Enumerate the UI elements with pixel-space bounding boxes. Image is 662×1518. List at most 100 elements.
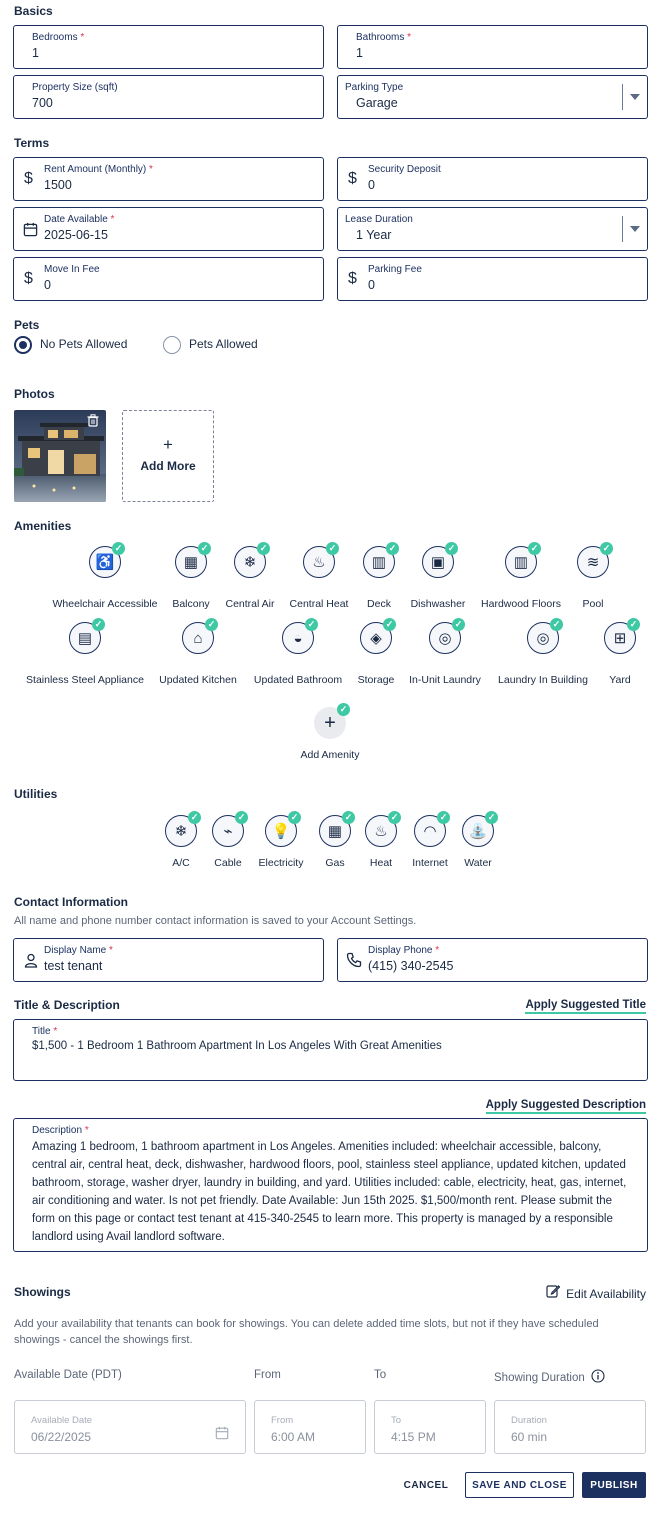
- check-icon: ✓: [305, 618, 318, 631]
- user-icon: [24, 953, 38, 973]
- required-marker: *: [149, 164, 153, 175]
- check-icon: ✓: [326, 542, 339, 555]
- section-title-basics: Basics: [14, 4, 53, 18]
- duration-input[interactable]: Duration 60 min: [494, 1400, 646, 1454]
- section-title-terms: Terms: [14, 136, 50, 150]
- utility-label: Water: [464, 857, 492, 869]
- required-marker: *: [53, 1026, 58, 1037]
- showings-note: Add your availability that tenants can b…: [14, 1318, 599, 1346]
- check-icon: ✓: [188, 811, 201, 824]
- description-value: Amazing 1 bedroom, 1 bathroom apartment …: [32, 1141, 627, 1243]
- dollar-icon: $: [24, 270, 33, 287]
- check-icon: ✓: [235, 811, 248, 824]
- publish-button[interactable]: PUBLISH: [582, 1472, 646, 1498]
- date-available-field[interactable]: Date Available * 2025-06-15: [13, 207, 324, 251]
- to-time-value: 4:15 PM: [391, 1430, 436, 1444]
- save-and-close-button[interactable]: SAVE AND CLOSE: [465, 1472, 574, 1498]
- parking-fee-label: Parking Fee: [368, 264, 422, 275]
- available-date-input[interactable]: Available Date 06/22/2025: [14, 1400, 246, 1454]
- chevron-down-icon[interactable]: [630, 94, 640, 100]
- amenity-label: Deck: [367, 598, 391, 610]
- apply-suggested-title-link[interactable]: Apply Suggested Title: [525, 999, 646, 1014]
- security-deposit-field[interactable]: $ Security Deposit 0: [337, 157, 648, 201]
- required-marker: *: [110, 214, 115, 225]
- move-in-fee-field[interactable]: $ Move In Fee 0: [13, 257, 324, 301]
- add-more-label: Add More: [140, 459, 196, 473]
- amenity-label: Wheelchair Accessible: [52, 598, 158, 610]
- add-more-photos-button[interactable]: + Add More: [122, 410, 214, 502]
- showing-duration-header-label: Showing Duration: [494, 1371, 585, 1384]
- section-title-utilities: Utilities: [14, 787, 58, 801]
- info-icon[interactable]: [591, 1369, 605, 1386]
- amenity-label: Balcony: [172, 598, 210, 610]
- apply-suggested-description-link[interactable]: Apply Suggested Description: [485, 1099, 646, 1114]
- from-time-value: 6:00 AM: [271, 1430, 316, 1444]
- dollar-icon: $: [24, 170, 33, 187]
- bathrooms-label: Bathrooms: [356, 32, 405, 43]
- property-photo[interactable]: [14, 410, 106, 502]
- amenity-label: In-Unit Laundry: [409, 674, 481, 686]
- amenity-label: Central Heat: [289, 598, 349, 610]
- to-header: To: [374, 1369, 387, 1381]
- calendar-icon[interactable]: [23, 222, 38, 242]
- display-phone-field[interactable]: Display Phone * (415) 340-2545: [337, 938, 648, 982]
- from-time-input[interactable]: From 6:00 AM: [254, 1400, 366, 1454]
- amenity-label: Stainless Steel Appliance: [26, 674, 144, 686]
- required-marker: *: [84, 1125, 89, 1136]
- calendar-icon[interactable]: [215, 1426, 229, 1445]
- security-deposit-value: 0: [368, 178, 375, 192]
- lease-duration-select[interactable]: Lease Duration 1 Year: [337, 207, 648, 251]
- to-time-input[interactable]: To 4:15 PM: [374, 1400, 486, 1454]
- bathrooms-field[interactable]: Bathrooms * 1: [337, 25, 648, 69]
- chevron-down-icon[interactable]: [630, 226, 640, 232]
- display-phone-label: Display Phone: [368, 945, 433, 956]
- parking-type-value: Garage: [356, 96, 398, 110]
- to-time-label: To: [391, 1415, 402, 1426]
- check-icon: ✓: [627, 618, 640, 631]
- check-icon: ✓: [388, 811, 401, 824]
- check-icon: ✓: [437, 811, 450, 824]
- cancel-button[interactable]: CANCEL: [396, 1472, 456, 1498]
- radio-no-pets[interactable]: [14, 336, 32, 354]
- section-title-amenities: Amenities: [14, 519, 72, 533]
- amenity-label: Hardwood Floors: [481, 598, 561, 610]
- property-size-field[interactable]: Property Size (sqft) 700: [13, 75, 324, 119]
- lease-duration-label: Lease Duration: [345, 214, 413, 225]
- bedrooms-label: Bedrooms: [32, 32, 78, 43]
- required-marker: *: [109, 945, 113, 956]
- duration-label: Duration: [511, 1415, 547, 1426]
- parking-fee-field[interactable]: $ Parking Fee 0: [337, 257, 648, 301]
- section-title-contact: Contact Information: [14, 895, 128, 909]
- description-label: Description: [32, 1125, 83, 1136]
- check-icon: ✓: [205, 618, 218, 631]
- parking-type-select[interactable]: Parking Type Garage: [337, 75, 648, 119]
- date-available-label: Date Available: [44, 214, 108, 225]
- check-icon: ✓: [386, 542, 399, 555]
- radio-pets-allowed-label[interactable]: Pets Allowed: [189, 337, 258, 351]
- check-icon: ✓: [337, 703, 350, 716]
- showing-duration-header: Showing Duration: [494, 1369, 605, 1386]
- description-field[interactable]: Description * Amazing 1 bedroom, 1 bathr…: [13, 1118, 648, 1252]
- property-size-value: 700: [32, 96, 53, 110]
- radio-no-pets-label[interactable]: No Pets Allowed: [40, 337, 127, 351]
- rent-amount-field[interactable]: $ Rent Amount (Monthly) * 1500: [13, 157, 324, 201]
- check-icon: ✓: [288, 811, 301, 824]
- security-deposit-label: Security Deposit: [368, 164, 441, 175]
- title-field[interactable]: Title * $1,500 - 1 Bedroom 1 Bathroom Ap…: [13, 1019, 648, 1081]
- available-date-value: 06/22/2025: [31, 1430, 92, 1444]
- section-title-showings: Showings: [14, 1285, 71, 1299]
- title-label: Title: [32, 1026, 51, 1037]
- display-name-value: test tenant: [44, 959, 103, 973]
- display-name-field[interactable]: Display Name * test tenant: [13, 938, 324, 982]
- amenity-label: Laundry In Building: [498, 674, 588, 686]
- available-date-label: Available Date: [31, 1415, 93, 1426]
- check-icon: ✓: [485, 811, 498, 824]
- bedrooms-field[interactable]: Bedrooms * 1: [13, 25, 324, 69]
- trash-icon[interactable]: [87, 414, 99, 432]
- amenity-label: Central Air: [225, 598, 275, 610]
- check-icon: ✓: [452, 618, 465, 631]
- radio-pets-allowed[interactable]: [163, 336, 181, 354]
- section-title-photos: Photos: [14, 387, 55, 401]
- edit-availability-button[interactable]: Edit Availability: [546, 1284, 646, 1303]
- check-icon: ✓: [92, 618, 105, 631]
